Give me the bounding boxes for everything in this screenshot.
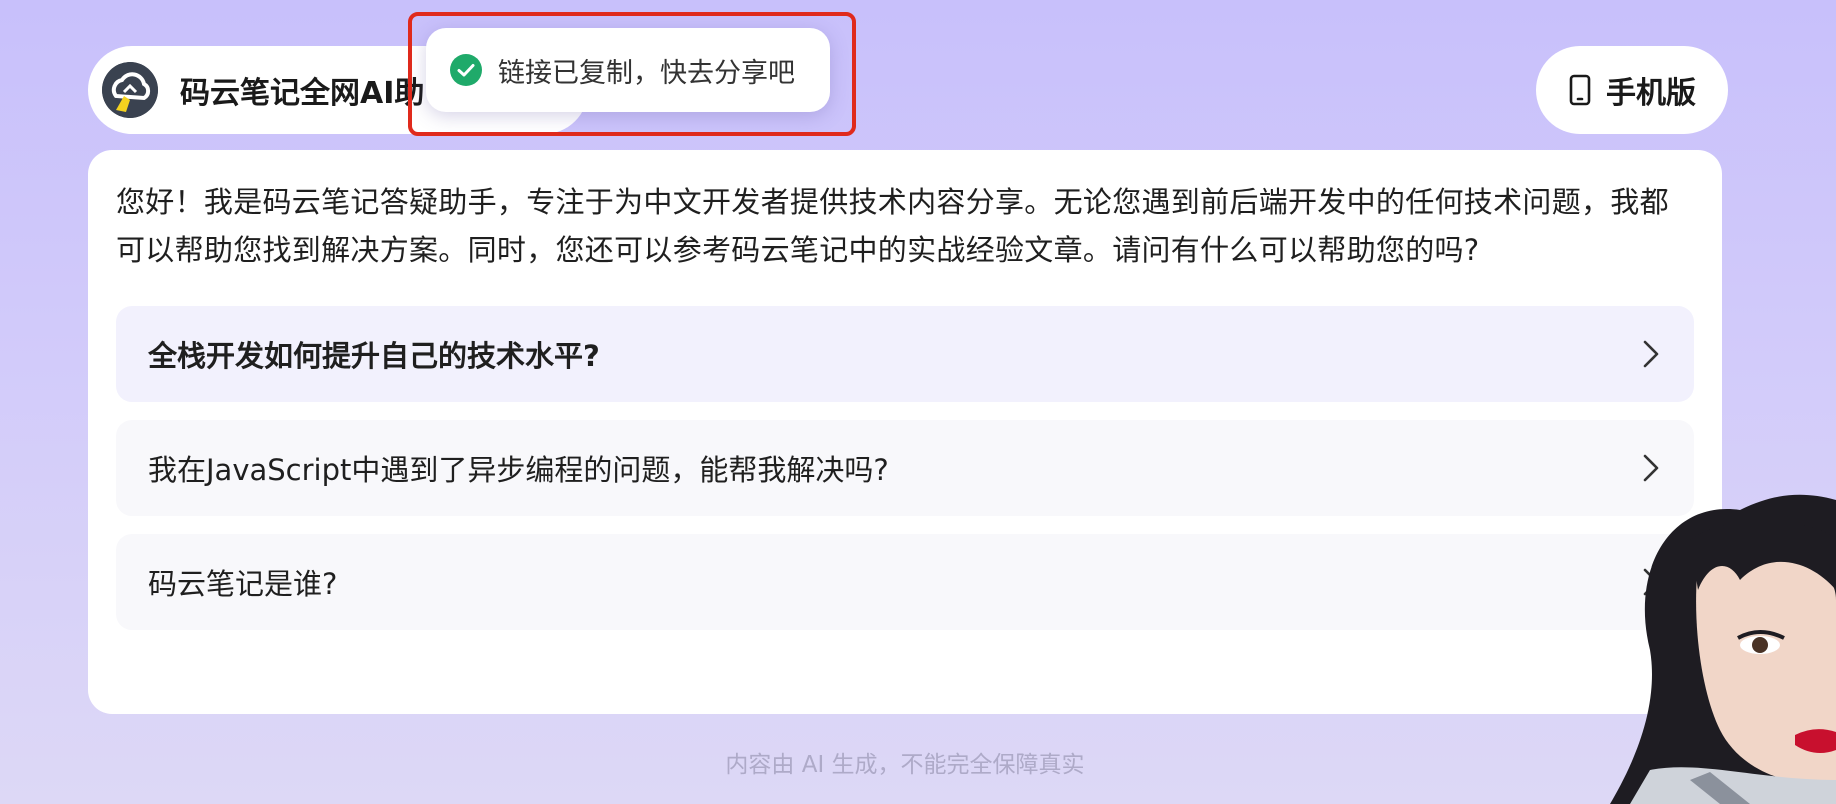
copy-link-toast: 链接已复制，快去分享吧 (426, 28, 830, 112)
mobile-version-label: 手机版 (1606, 76, 1696, 111)
ai-disclaimer: 内容由 AI 生成，不能完全保障真实 (725, 752, 1085, 778)
chevron-right-icon (1643, 340, 1659, 368)
assistant-avatar-image (1590, 480, 1836, 804)
assistant-welcome-card: 您好！我是码云笔记答疑助手，专注于为中文开发者提供技术内容分享。无论您遇到前后端… (88, 150, 1722, 714)
toast-message: 链接已复制，快去分享吧 (498, 57, 795, 89)
check-circle-icon (450, 54, 482, 86)
mobile-version-button[interactable]: 手机版 (1536, 46, 1728, 134)
app-title: 码云笔记全网AI助 (180, 76, 425, 111)
suggestion-text: 全栈开发如何提升自己的技术水平? (148, 339, 600, 373)
suggestion-text: 我在JavaScript中遇到了异步编程的问题，能帮我解决吗? (148, 453, 889, 487)
app-logo-icon (102, 62, 158, 118)
suggestion-item[interactable]: 我在JavaScript中遇到了异步编程的问题，能帮我解决吗? (116, 420, 1694, 516)
assistant-intro-text: 您好！我是码云笔记答疑助手，专注于为中文开发者提供技术内容分享。无论您遇到前后端… (116, 185, 1669, 267)
phone-icon (1569, 74, 1591, 106)
suggestion-item[interactable]: 全栈开发如何提升自己的技术水平? (116, 306, 1694, 402)
suggestion-text: 码云笔记是谁? (148, 567, 338, 601)
suggestion-list: 全栈开发如何提升自己的技术水平? 我在JavaScript中遇到了异步编程的问题… (116, 306, 1694, 630)
suggestion-item[interactable]: 码云笔记是谁? (116, 534, 1694, 630)
